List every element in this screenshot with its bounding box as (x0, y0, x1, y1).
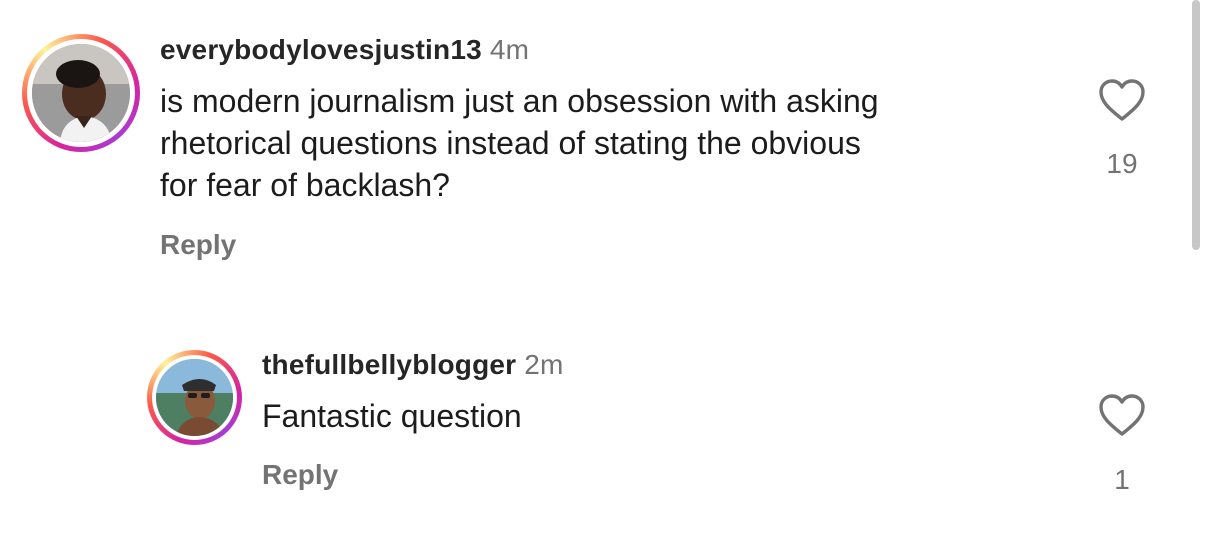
comment-text-line: is modern journalism just an obsession w… (160, 83, 879, 119)
reply-button[interactable]: Reply (160, 229, 236, 261)
comment-text-line: rhetorical questions instead of stating … (160, 125, 861, 161)
comment-text-line: Fantastic question (262, 398, 522, 434)
profile-photo (32, 44, 130, 142)
timestamp: 2m (524, 349, 564, 380)
heart-icon[interactable] (1098, 78, 1146, 122)
username[interactable]: thefullbellyblogger 2m (262, 349, 564, 381)
username[interactable]: everybodylovesjustin13 4m (160, 34, 529, 66)
scrollbar[interactable] (1192, 0, 1200, 250)
username-text[interactable]: thefullbellyblogger (262, 349, 516, 380)
comment-text-line: for fear of backlash? (160, 167, 450, 203)
comment-text: is modern journalism just an obsession w… (160, 80, 1060, 206)
comment-text: Fantastic question (262, 395, 1062, 437)
avatar[interactable] (22, 34, 140, 152)
profile-photo (156, 359, 233, 436)
reply-button[interactable]: Reply (262, 459, 338, 491)
like-count: 1 (1114, 464, 1130, 495)
heart-icon[interactable] (1098, 393, 1146, 437)
like-count: 19 (1106, 148, 1138, 179)
avatar[interactable] (147, 350, 242, 445)
timestamp: 4m (489, 34, 530, 65)
username-text[interactable]: everybodylovesjustin13 (160, 34, 482, 65)
